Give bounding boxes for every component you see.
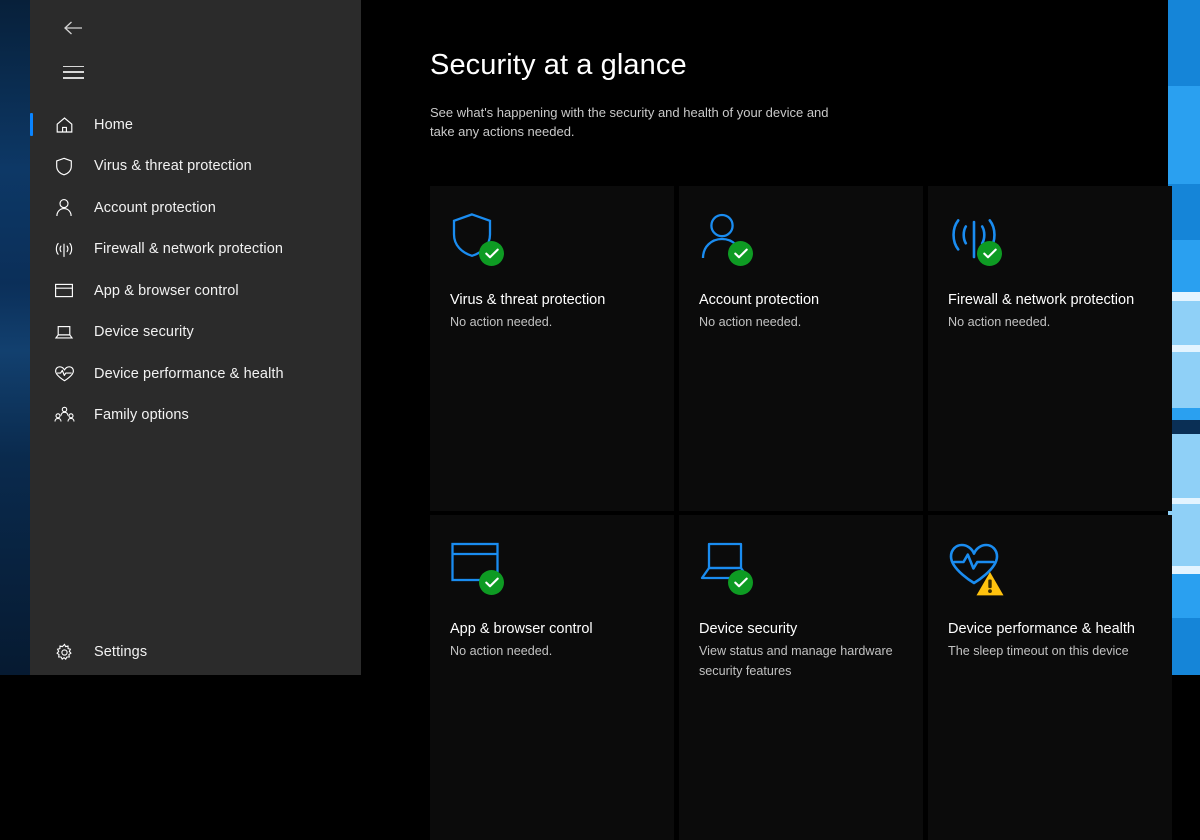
card-status: No action needed. (948, 313, 1152, 333)
sidebar-item-virus-threat-protection[interactable]: Virus & threat protection (30, 146, 361, 188)
sidebar-item-label: Firewall & network protection (94, 241, 283, 257)
active-indicator (30, 155, 33, 178)
card-status: No action needed. (450, 642, 654, 662)
check-icon (734, 577, 748, 588)
card-icon (450, 541, 506, 595)
status-badge-ok (479, 570, 504, 595)
main-content: Security at a glance See what's happenin… (361, 0, 1168, 675)
wallpaper-right-strip (1168, 0, 1200, 675)
active-indicator (30, 321, 33, 344)
card-status: No action needed. (699, 313, 903, 333)
card-virus-threat-protection[interactable]: Virus & threat protection No action need… (430, 186, 674, 511)
card-firewall-network-protection[interactable]: Firewall & network protection No action … (928, 186, 1172, 511)
broadcast-icon (50, 237, 78, 261)
check-icon (734, 248, 748, 259)
sidebar-item-family-options[interactable]: Family options (30, 395, 361, 437)
status-badge-ok (728, 241, 753, 266)
check-icon (485, 577, 499, 588)
warning-triangle-icon (975, 570, 1005, 597)
family-icon (50, 403, 78, 427)
card-app-browser-control[interactable]: App & browser control No action needed. (430, 515, 674, 840)
back-arrow-icon (63, 20, 83, 36)
sidebar-nav-list: Home Virus & threat protection (30, 104, 361, 436)
card-title: Account protection (699, 290, 903, 310)
check-icon (485, 248, 499, 259)
page-subtitle: See what's happening with the security a… (430, 103, 830, 141)
sidebar-item-label: Device performance & health (94, 366, 284, 382)
page-title: Security at a glance (430, 49, 687, 82)
home-icon (50, 113, 78, 137)
status-badge-ok (479, 241, 504, 266)
card-icon (948, 212, 1004, 266)
active-indicator (30, 404, 33, 427)
card-title: Device performance & health (948, 619, 1152, 639)
sidebar-item-device-performance-health[interactable]: Device performance & health (30, 353, 361, 395)
card-icon (699, 541, 755, 595)
active-indicator (30, 238, 33, 261)
windows-security-window: Home Virus & threat protection (30, 0, 1168, 675)
wallpaper-left-strip (0, 0, 30, 675)
card-icon (699, 212, 755, 266)
active-indicator (30, 362, 33, 385)
shield-icon (50, 154, 78, 178)
sidebar-item-firewall-network-protection[interactable]: Firewall & network protection (30, 229, 361, 271)
sidebar-item-app-browser-control[interactable]: App & browser control (30, 270, 361, 312)
status-badge-ok (728, 570, 753, 595)
sidebar-item-label: Home (94, 117, 133, 133)
card-icon (450, 212, 506, 266)
sidebar-item-label: Virus & threat protection (94, 158, 252, 174)
sidebar: Home Virus & threat protection (30, 0, 361, 675)
card-title: Device security (699, 619, 903, 639)
back-button[interactable] (50, 8, 96, 48)
sidebar-item-label: Family options (94, 407, 189, 423)
card-device-performance-health[interactable]: Device performance & health The sleep ti… (928, 515, 1172, 840)
sidebar-item-label: App & browser control (94, 283, 239, 299)
status-badge-warning (975, 570, 1005, 597)
security-cards-grid: Virus & threat protection No action need… (430, 186, 1170, 840)
gear-icon (50, 640, 78, 664)
card-icon (948, 541, 1004, 595)
sidebar-item-device-security[interactable]: Device security (30, 312, 361, 354)
sidebar-item-label: Device security (94, 324, 194, 340)
card-status: No action needed. (450, 313, 654, 333)
hamburger-icon (63, 66, 84, 79)
card-status: The sleep timeout on this device (948, 642, 1152, 662)
sidebar-item-label: Settings (94, 644, 147, 660)
card-device-security[interactable]: Device security View status and manage h… (679, 515, 923, 840)
card-status: View status and manage hardware security… (699, 642, 903, 681)
sidebar-item-account-protection[interactable]: Account protection (30, 187, 361, 229)
sidebar-item-settings[interactable]: Settings (30, 629, 361, 675)
active-indicator (30, 113, 33, 136)
person-icon (50, 196, 78, 220)
active-indicator (30, 279, 33, 302)
check-icon (983, 248, 997, 259)
sidebar-item-label: Account protection (94, 200, 216, 216)
status-badge-ok (977, 241, 1002, 266)
laptop-icon (50, 320, 78, 344)
card-title: Firewall & network protection (948, 290, 1152, 310)
hamburger-menu-button[interactable] (50, 52, 96, 92)
window-icon (50, 279, 78, 303)
card-title: App & browser control (450, 619, 654, 639)
sidebar-item-home[interactable]: Home (30, 104, 361, 146)
active-indicator (30, 196, 33, 219)
card-title: Virus & threat protection (450, 290, 654, 310)
heart-icon (50, 362, 78, 386)
card-account-protection[interactable]: Account protection No action needed. (679, 186, 923, 511)
